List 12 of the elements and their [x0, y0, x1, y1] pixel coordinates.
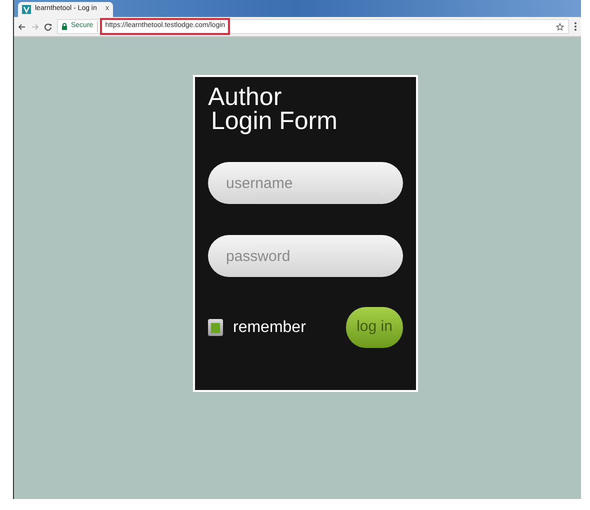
back-arrow-icon[interactable]	[18, 22, 26, 30]
star-icon[interactable]	[556, 22, 564, 30]
tab-logo-icon	[22, 5, 31, 14]
remember-label: remember	[233, 318, 306, 338]
lock-icon	[62, 23, 67, 30]
menu-icon[interactable]	[574, 22, 577, 31]
reload-icon[interactable]	[44, 22, 52, 30]
username-field[interactable]: username	[208, 162, 403, 204]
password-field[interactable]: password	[208, 235, 403, 277]
remember-checkbox[interactable]	[208, 319, 223, 336]
form-title: Author	[208, 85, 282, 109]
form-title: Login Form	[210, 109, 338, 133]
